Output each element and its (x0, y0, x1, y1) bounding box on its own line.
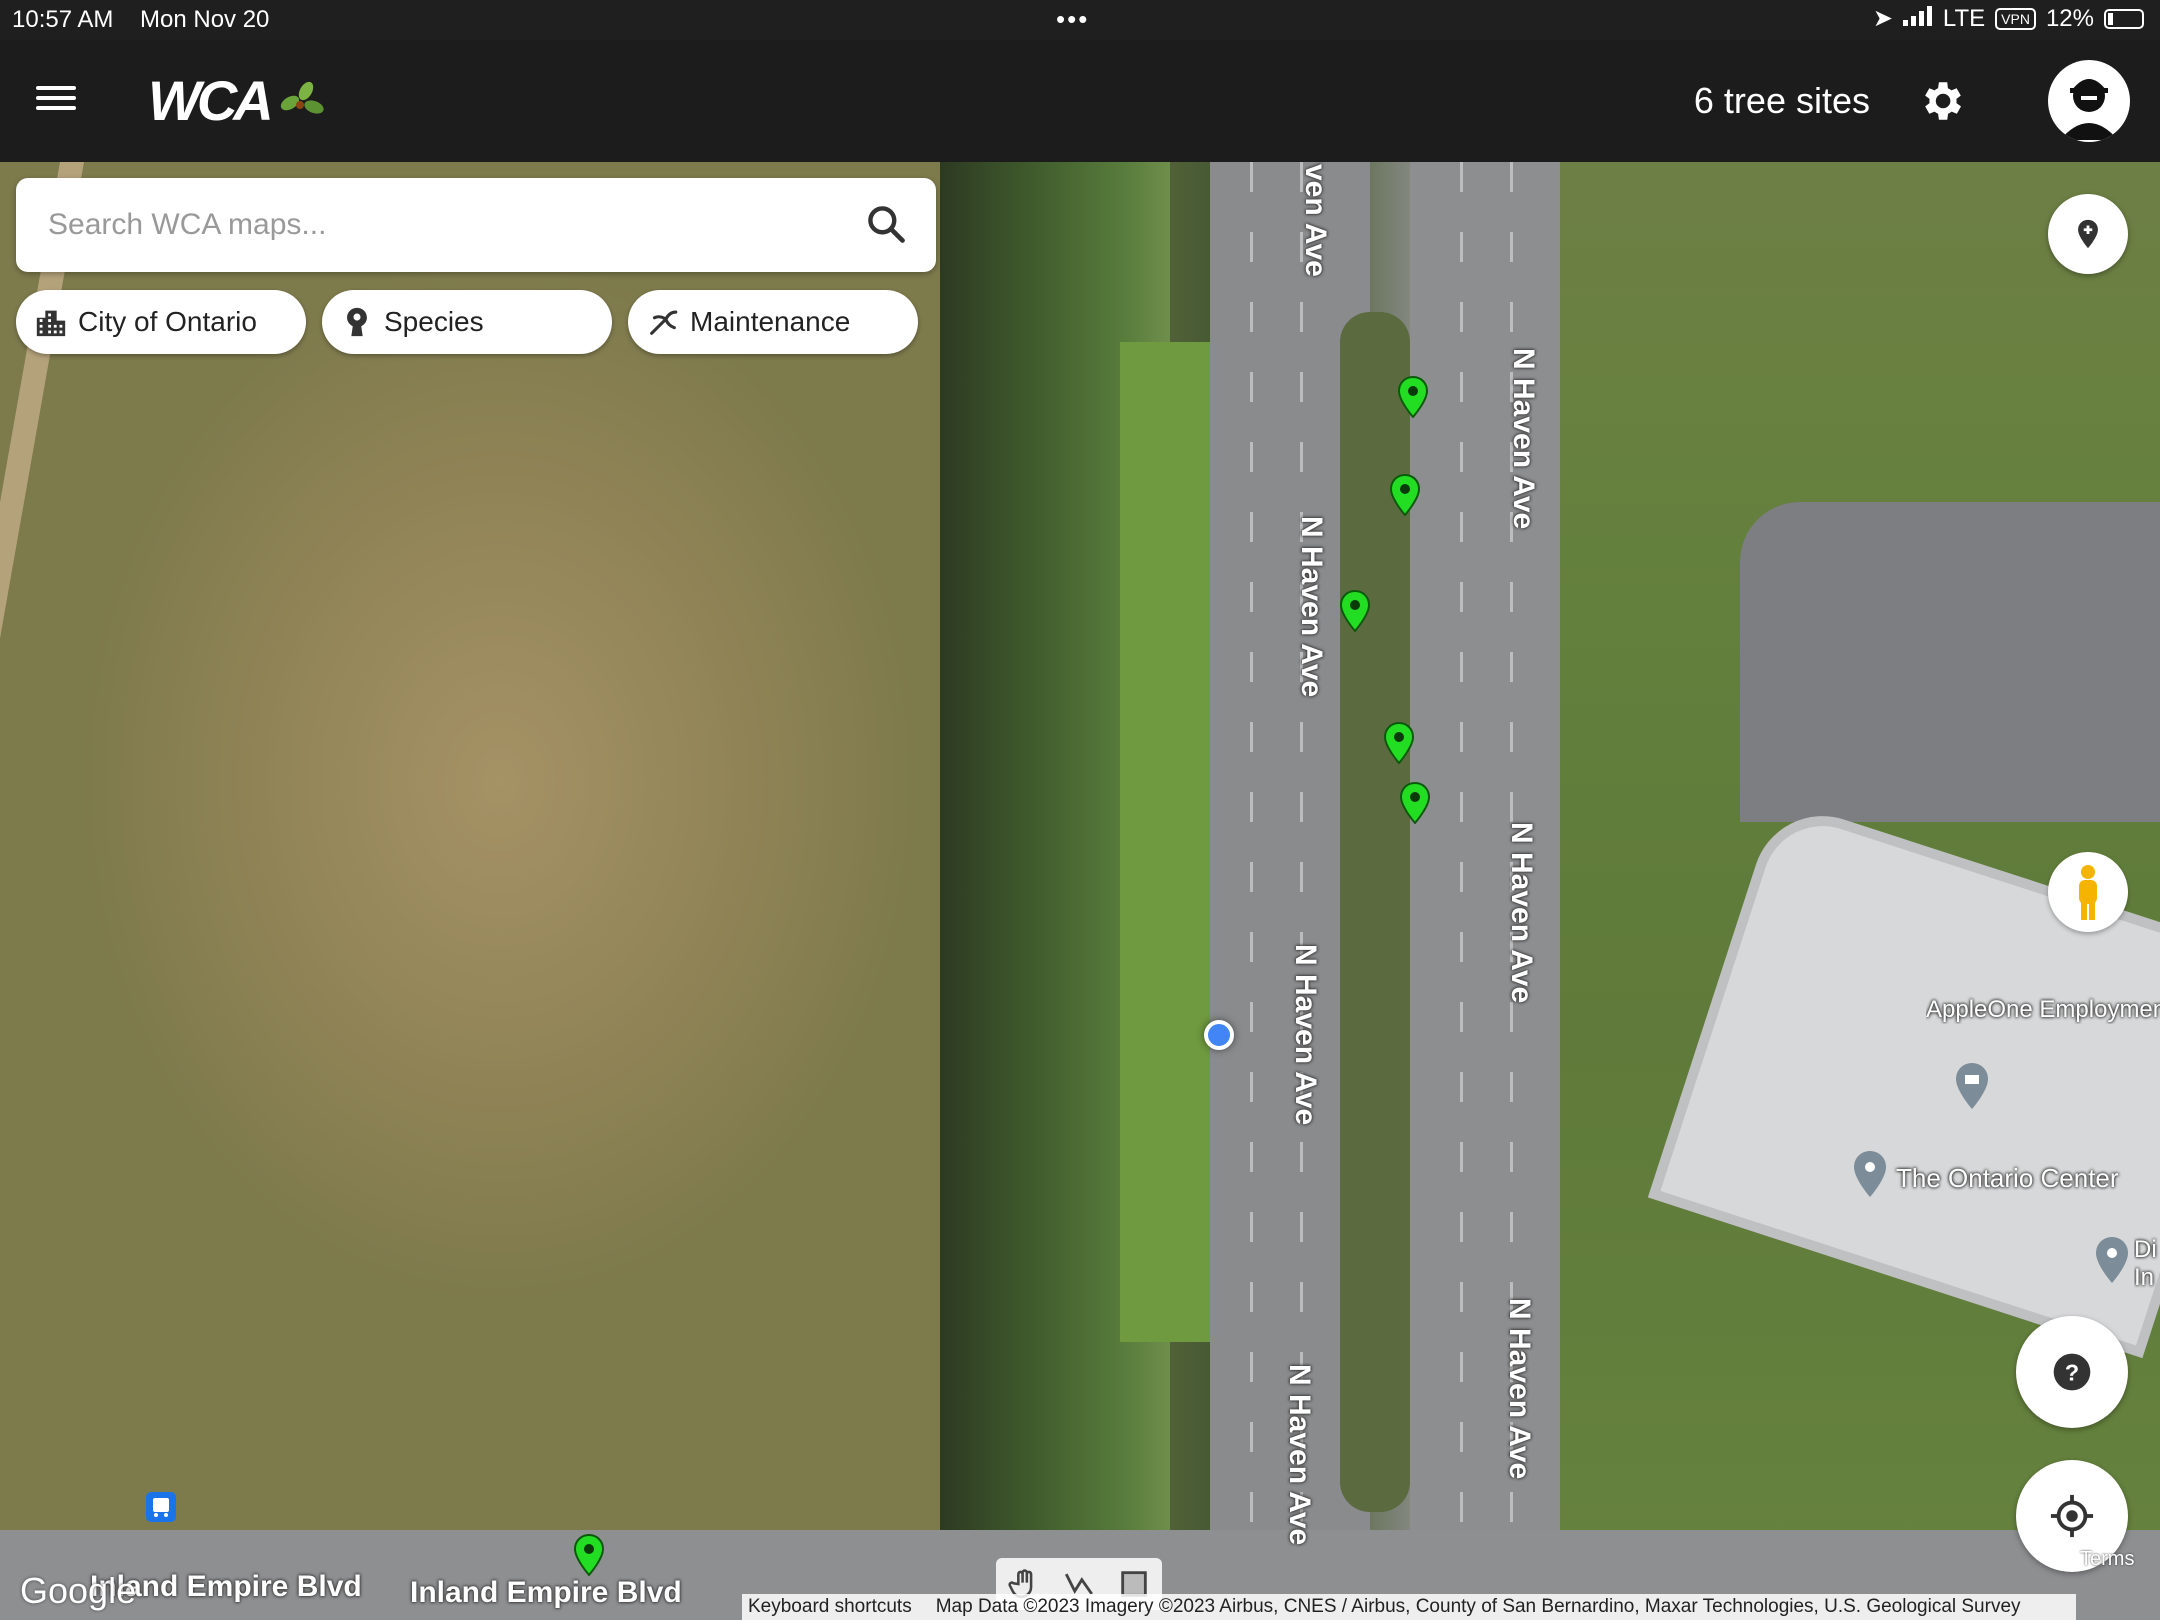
status-date: Mon Nov 20 (140, 6, 270, 33)
multitask-dots-icon[interactable]: ••• (1056, 4, 1089, 35)
svg-text:?: ? (2065, 1359, 2079, 1385)
user-avatar-icon[interactable] (2048, 60, 2130, 142)
map-grass-strip (1120, 342, 1210, 1342)
hamburger-menu-icon[interactable] (36, 80, 76, 120)
app-header: WCA 6 tree sites (0, 40, 2160, 162)
road-label: N Haven Ave (1503, 1298, 1536, 1480)
poi-appleone[interactable]: AppleOne Employment Services - Ontario, (1926, 996, 2160, 1024)
wca-logo[interactable]: WCA (148, 68, 330, 133)
vpn-badge: VPN (1995, 7, 2036, 30)
road-label: N Haven Ave (1295, 516, 1328, 698)
status-time: 10:57 AM (12, 6, 114, 33)
tree-marker-icon[interactable] (1384, 722, 1414, 764)
keyboard-shortcuts-link[interactable]: Keyboard shortcuts (748, 1596, 912, 1618)
add-location-button[interactable] (2048, 194, 2128, 274)
museum-poi-icon[interactable] (1954, 1062, 1990, 1110)
search-bar (16, 178, 936, 272)
place-pin-icon[interactable] (1852, 1150, 1888, 1198)
filter-chip-species[interactable]: Species (322, 290, 612, 354)
road-label: N Haven Ave (1507, 348, 1540, 530)
user-location-dot (1204, 1020, 1234, 1050)
status-bar: 10:57 AM Mon Nov 20 ••• ➤ LTE VPN 12% (0, 0, 2160, 40)
road-label: N Haven Ave (1505, 822, 1538, 1004)
map-parking-lot (1740, 502, 2160, 822)
tree-marker-icon[interactable] (1390, 474, 1420, 516)
road-label: N Haven Ave (1289, 944, 1322, 1126)
bus-stop-icon[interactable] (146, 1492, 176, 1522)
poi-ontario-center[interactable]: The Ontario Center (1896, 1164, 2119, 1192)
chip-label: Species (384, 306, 484, 337)
logo-text: WCA (148, 69, 274, 132)
road-label: N Haven Ave (1283, 1364, 1316, 1546)
chip-label: City of Ontario (78, 306, 257, 337)
terms-link[interactable]: Terms (2080, 1548, 2134, 1571)
road-label: Inland Empire Blvd (410, 1576, 682, 1609)
chip-label: Maintenance (690, 306, 851, 337)
filter-chip-maintenance[interactable]: Maintenance (628, 290, 918, 354)
crosshair-location-icon (2050, 1494, 2094, 1538)
battery-icon (2104, 8, 2144, 29)
search-input[interactable] (48, 202, 828, 248)
tree-marker-icon[interactable] (1398, 376, 1428, 418)
filter-chip-city[interactable]: City of Ontario (16, 290, 306, 354)
street-view-pegman-icon[interactable] (2048, 852, 2128, 932)
city-icon (36, 310, 66, 337)
satellite-map[interactable]: ven Ave N Haven Ave N Haven Ave N Haven … (0, 162, 2160, 1620)
tree-sites-count: 6 tree sites (1693, 80, 1870, 121)
species-icon (347, 307, 367, 337)
map-field-area (0, 162, 1030, 1620)
settings-gear-icon[interactable] (1916, 76, 1966, 126)
leaf-icon (280, 81, 324, 114)
tree-marker-icon[interactable] (1400, 782, 1430, 824)
status-right: ➤ LTE VPN 12% (1873, 4, 2144, 33)
lane-marking (1460, 162, 1463, 1620)
road-label: ven Ave (1299, 164, 1332, 277)
help-button[interactable]: ? (2016, 1316, 2128, 1428)
location-arrow-icon: ➤ (1872, 5, 1893, 32)
network-type: LTE (1942, 4, 1986, 32)
add-location-icon (2078, 219, 2098, 249)
place-pin-icon[interactable] (2094, 1236, 2130, 1284)
lane-marking (1250, 162, 1253, 1620)
help-icon: ? (2053, 1353, 2091, 1391)
maintenance-icon (650, 310, 678, 335)
map-data-credits: Map Data ©2023 Imagery ©2023 Airbus, CNE… (935, 1596, 2021, 1617)
tree-marker-icon[interactable] (1340, 590, 1370, 632)
tree-marker-icon[interactable] (574, 1534, 604, 1576)
signal-icon (1902, 5, 1933, 33)
poi-partial[interactable]: Di In (2134, 1236, 2160, 1292)
battery-percent: 12% (2045, 4, 2094, 32)
google-logo: Google (20, 1570, 137, 1611)
search-icon[interactable] (864, 202, 908, 246)
map-attribution-bar: Keyboard shortcuts Map Data ©2023 Imager… (742, 1594, 2076, 1620)
